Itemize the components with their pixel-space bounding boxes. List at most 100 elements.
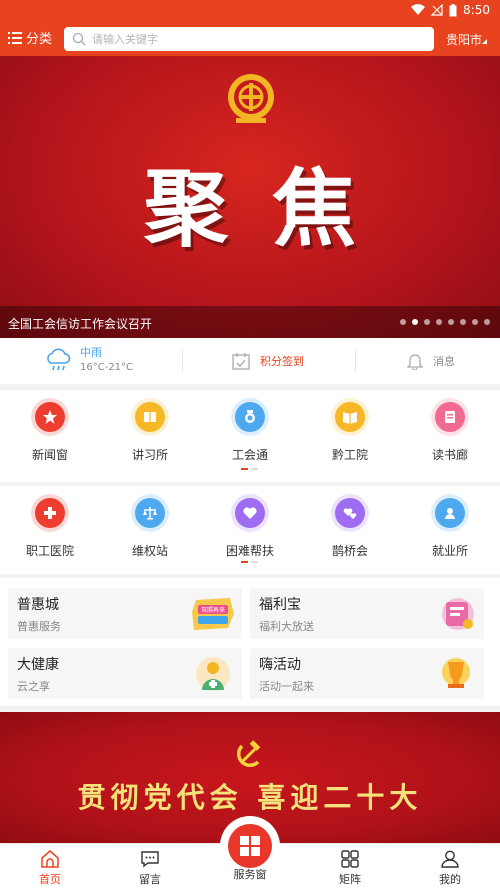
heart-hand-icon-wrap [235, 498, 265, 528]
promo-badge-icon: 驾照再来 [192, 598, 234, 630]
grid1-label: 新闻窗 [31, 448, 68, 462]
carousel-dots [400, 319, 490, 325]
carousel-dot[interactable] [424, 319, 430, 325]
city-selector[interactable]: 贵阳市 [446, 31, 488, 48]
chat-icon [141, 851, 159, 868]
card-puhuicheng[interactable]: 普惠城 普惠服务 驾照再来 [8, 588, 242, 639]
card-subtitle: 福利大放送 [259, 620, 314, 633]
carousel-dot[interactable] [400, 319, 406, 325]
grid2-label: 鹊桥会 [331, 544, 368, 558]
nav-home-label: 首页 [39, 873, 61, 886]
status-bar: 8:50 [0, 0, 500, 22]
grid2-label: 就业所 [431, 544, 468, 558]
grid-icon [341, 850, 359, 868]
header: 分类 贵阳市 [0, 22, 500, 56]
grid1-label: 讲习所 [131, 448, 168, 462]
doctor-icon [196, 657, 230, 691]
search-icon [72, 32, 86, 46]
weather-condition: 中雨 [80, 346, 102, 359]
grid2-label: 维权站 [131, 544, 168, 558]
union-emblem-icon [228, 74, 274, 123]
star-badge-icon-wrap [35, 402, 65, 432]
carousel-dot[interactable] [460, 319, 466, 325]
carousel-dot[interactable] [448, 319, 454, 325]
card-title: 大健康 [17, 657, 59, 673]
card-subtitle: 活动一起来 [259, 680, 314, 693]
city-label: 贵阳市 [446, 33, 483, 47]
grid1-item[interactable]: 工会通 [200, 390, 300, 463]
book-icon-wrap [135, 402, 165, 432]
carousel-dot[interactable] [484, 319, 490, 325]
grid2-item[interactable]: 就业所 [400, 486, 500, 559]
medical-cross-icon-wrap [35, 498, 65, 528]
divider [355, 350, 356, 372]
nav-matrix[interactable]: 矩阵 [320, 850, 380, 887]
search-input[interactable] [92, 30, 422, 48]
hearts-icon-wrap [335, 498, 365, 528]
grid1-label: 工会通 [231, 448, 268, 462]
grid-row: 职工医院 维权站 困难帮扶 鹊桥会 就业所 [0, 486, 500, 559]
card-dajiankang[interactable]: 大健康 云之享 [8, 648, 242, 699]
grid2-item[interactable]: 维权站 [100, 486, 200, 559]
grid2-item[interactable]: 鹊桥会 [300, 486, 400, 559]
grid1-item[interactable]: 黔工院 [300, 390, 400, 463]
person-badge-icon [445, 508, 455, 519]
list-icon [8, 31, 22, 44]
card-title: 福利宝 [259, 597, 301, 613]
home-icon [41, 850, 59, 868]
promo-badge-text: 驾照再来 [201, 606, 225, 614]
grid1-item[interactable]: 讲习所 [100, 390, 200, 463]
rain-cloud-icon [47, 348, 71, 370]
message-button[interactable]: 消息 [407, 352, 455, 370]
grid2-item[interactable]: 困难帮扶 [200, 486, 300, 559]
main-banner[interactable]: 聚焦 全国工会信访工作会议召开 [0, 56, 500, 338]
person-badge-icon-wrap [435, 498, 465, 528]
card-haihuodong[interactable]: 嗨活动 活动一起来 [250, 648, 484, 699]
grid1-item[interactable]: 读书廊 [400, 390, 500, 463]
grid-row: 新闻窗 讲习所 工会通 黔工院 读书廊 [0, 390, 500, 463]
banner-caption-bar: 全国工会信访工作会议召开 [0, 306, 500, 338]
medical-cross-icon [44, 507, 56, 519]
bell-icon [407, 354, 423, 370]
scales-icon [143, 507, 157, 520]
weather-widget[interactable]: 中雨 16°C-21°C [44, 344, 133, 373]
star-badge-icon [43, 410, 57, 424]
page-indicator [241, 468, 258, 470]
medal-icon-wrap [235, 402, 265, 432]
banner-headline: 聚焦 [143, 159, 400, 258]
gift-card-icon [442, 598, 474, 630]
user-icon [441, 850, 459, 868]
nav-mine-label: 我的 [439, 873, 461, 886]
weather-temperature: 16°C-21°C [80, 362, 134, 373]
service-fab[interactable] [228, 824, 272, 868]
banner-caption: 全国工会信访工作会议召开 [8, 317, 153, 331]
signin-button[interactable]: 积分签到 [232, 352, 304, 370]
card-title: 嗨活动 [259, 657, 301, 673]
carousel-dot[interactable] [412, 319, 418, 325]
book-icon [144, 412, 156, 422]
windows-icon [240, 836, 260, 856]
search-box[interactable] [64, 27, 434, 51]
hearts-icon [343, 508, 357, 519]
grid1-label: 黔工院 [331, 448, 368, 462]
carousel-dot[interactable] [472, 319, 478, 325]
card-fulibao[interactable]: 福利宝 福利大放送 [250, 588, 484, 639]
grid2-item[interactable]: 职工医院 [0, 486, 100, 559]
nav-mine[interactable]: 我的 [420, 850, 480, 887]
status-time: 8:50 [463, 3, 490, 17]
calendar-check-icon [232, 353, 250, 370]
divider [182, 350, 183, 372]
feature-grid-1: 新闻窗 讲习所 工会通 黔工院 读书廊 [0, 390, 500, 482]
category-label: 分类 [26, 32, 53, 47]
message-label: 消息 [433, 355, 455, 368]
battery-icon [449, 3, 457, 16]
carousel-dot[interactable] [436, 319, 442, 325]
feature-grid-2: 职工医院 维权站 困难帮扶 鹊桥会 就业所 [0, 486, 500, 574]
wifi-icon [411, 4, 426, 16]
nav-comment[interactable]: 留言 [120, 850, 180, 887]
category-button[interactable]: 分类 [8, 28, 52, 47]
grid1-item[interactable]: 新闻窗 [0, 390, 100, 463]
trophy-icon [442, 658, 470, 688]
nav-home[interactable]: 首页 [20, 850, 80, 887]
open-book-icon [343, 412, 357, 424]
